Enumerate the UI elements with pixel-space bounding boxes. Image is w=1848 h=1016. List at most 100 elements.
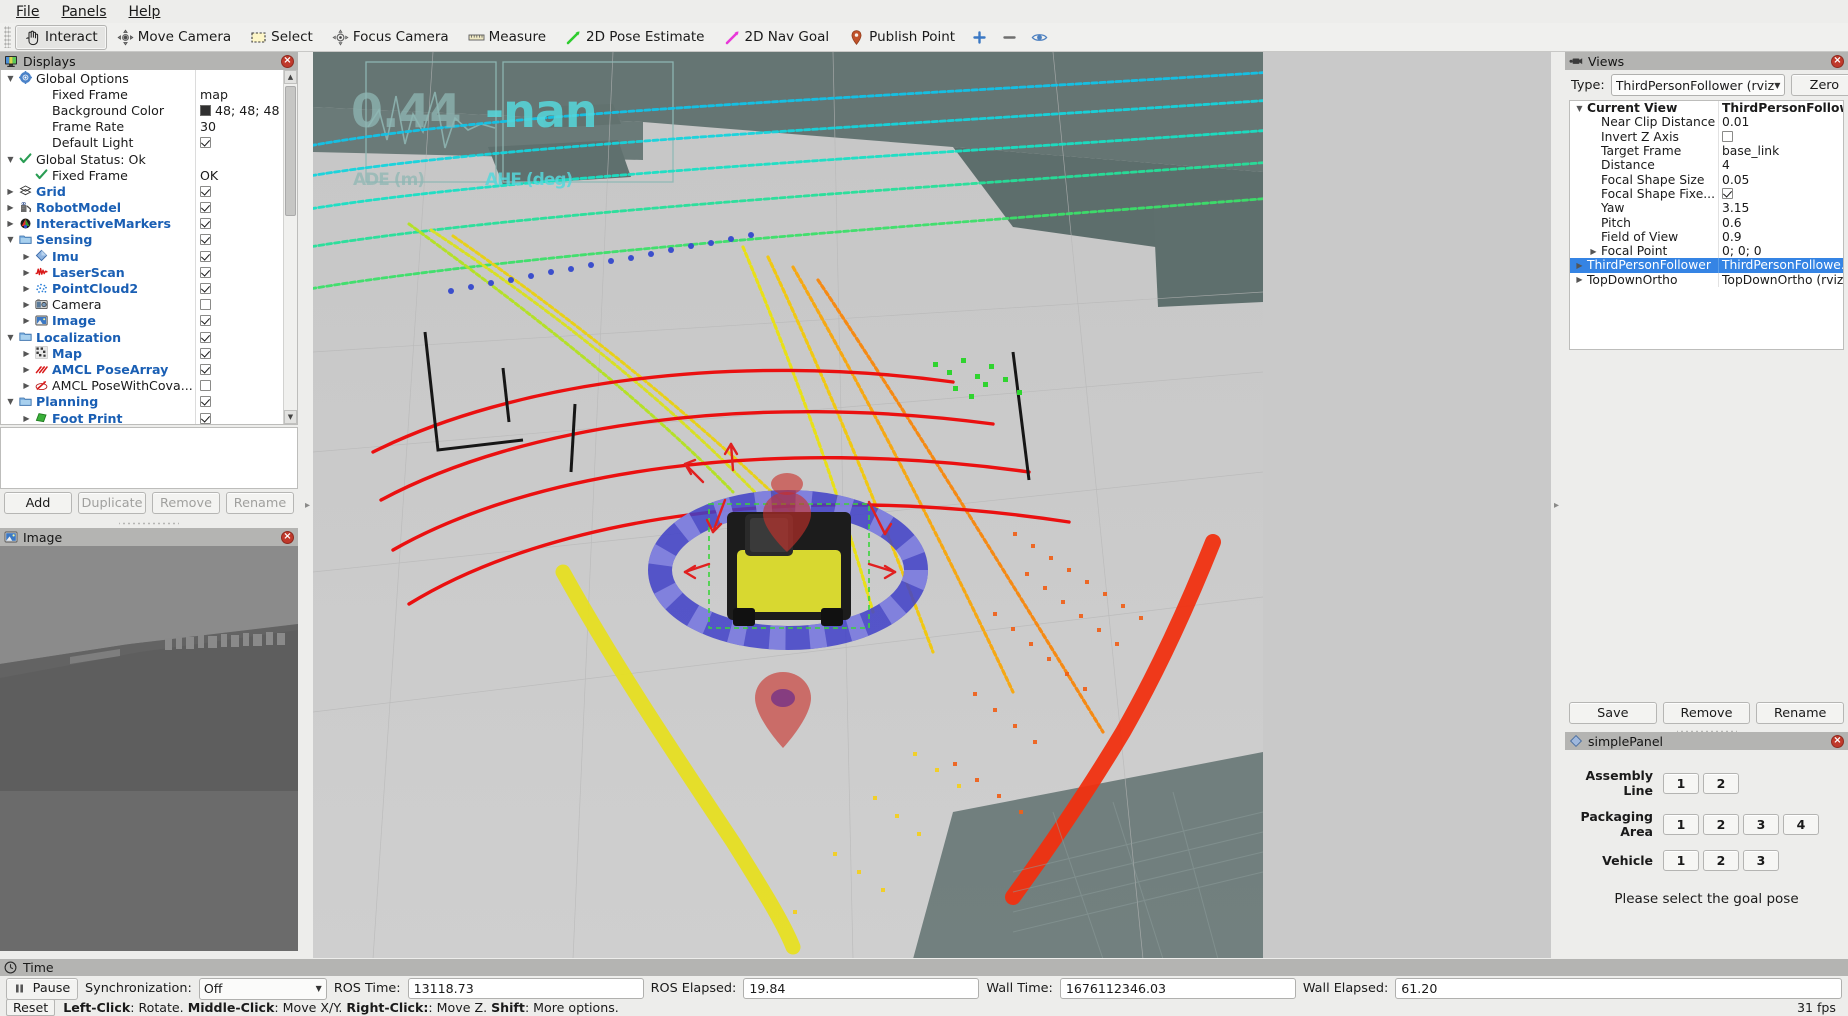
display-enable-checkbox[interactable] [200, 363, 211, 375]
displays-row[interactable]: AMCL PoseArray [1, 361, 283, 378]
simple-panel-goal-button[interactable]: 3 [1743, 813, 1779, 835]
displays-row[interactable]: Foot Print [1, 409, 283, 424]
displays-row-value[interactable] [195, 409, 283, 424]
ros-elapsed-field[interactable]: 19.84 [743, 978, 980, 999]
views-row[interactable]: Near Clip Distance 0.01 [1570, 115, 1843, 130]
simple-panel-goal-button[interactable]: 1 [1663, 813, 1699, 835]
views-row-value[interactable]: TopDownOrtho (rviz) [1718, 272, 1843, 287]
chevron-down-icon[interactable] [5, 74, 16, 83]
chevron-right-icon[interactable] [5, 203, 16, 212]
views-row-value[interactable]: ThirdPersonFollowe... [1718, 258, 1843, 273]
views-row-value[interactable]: 0.9 [1718, 229, 1843, 244]
displays-row[interactable]: Background Color 48; 48; 48 [1, 102, 283, 119]
image-panel-close-button[interactable] [281, 530, 294, 544]
displays-row[interactable]: LaserScan [1, 264, 283, 281]
displays-row[interactable]: Imu [1, 248, 283, 265]
views-row-value[interactable]: ThirdPersonFollow... [1718, 101, 1843, 116]
toolbar-drag-handle[interactable] [4, 26, 11, 48]
views-row-value[interactable]: 0.01 [1718, 115, 1843, 130]
display-enable-checkbox[interactable] [200, 250, 211, 262]
displays-row-value[interactable] [195, 150, 283, 168]
menu-file[interactable]: File [6, 2, 49, 22]
views-rename-button[interactable]: Rename [1756, 702, 1845, 724]
displays-row-value[interactable] [195, 345, 283, 362]
displays-row-value[interactable] [195, 264, 283, 281]
displays-row-value[interactable] [195, 280, 283, 297]
simple-panel-goal-button[interactable]: 1 [1663, 850, 1699, 871]
chevron-right-icon[interactable] [21, 381, 32, 390]
display-enable-checkbox[interactable] [200, 283, 211, 295]
displays-rename-button[interactable]: Rename [226, 492, 294, 514]
3d-render-view[interactable]: 0.44 ADE (m) -nan AHE (deg) [313, 52, 1551, 958]
displays-row[interactable]: PointCloud2 [1, 280, 283, 297]
views-remove-button[interactable]: Remove [1662, 702, 1751, 724]
chevron-right-icon[interactable] [21, 300, 32, 309]
tool-select-button[interactable]: Select [241, 25, 322, 50]
chevron-down-icon[interactable] [1574, 104, 1585, 113]
chevron-right-icon[interactable] [21, 349, 32, 358]
displays-row[interactable]: Localization [1, 329, 283, 346]
views-row-value[interactable]: 0.05 [1718, 172, 1843, 187]
image-camera-view[interactable] [0, 546, 298, 951]
tool-2d-pose-estimate-button[interactable]: 2D Pose Estimate [556, 25, 713, 50]
displays-row[interactable]: Fixed Frame map [1, 86, 283, 103]
views-value-checkbox[interactable] [1722, 188, 1733, 200]
views-tree[interactable]: Current ViewThirdPersonFollow...Near Cli… [1569, 100, 1844, 350]
tool-add-button[interactable] [965, 25, 994, 50]
views-row-value[interactable]: base_link [1718, 143, 1843, 159]
displays-row-value[interactable]: OK [195, 167, 283, 184]
views-row[interactable]: Yaw 3.15 [1570, 201, 1843, 216]
display-enable-checkbox[interactable] [200, 315, 211, 327]
menu-help[interactable]: Help [119, 2, 171, 22]
simple-panel-goal-button[interactable]: 4 [1783, 813, 1819, 835]
displays-row[interactable]: Map [1, 345, 283, 362]
views-row[interactable]: Target Frame base_link [1570, 143, 1843, 159]
chevron-right-icon[interactable] [21, 316, 32, 325]
chevron-right-icon[interactable] [21, 414, 32, 423]
tool-interact-button[interactable]: Interact [15, 24, 107, 50]
views-zero-button[interactable]: Zero [1791, 74, 1848, 96]
color-swatch[interactable] [200, 104, 211, 116]
display-enable-checkbox[interactable] [200, 380, 211, 392]
sync-combobox[interactable]: Off ▼ [198, 977, 327, 1000]
simple-panel-goal-button[interactable]: 2 [1703, 813, 1739, 835]
displays-row-value[interactable] [195, 248, 283, 265]
display-enable-checkbox[interactable] [200, 202, 211, 214]
displays-row-value[interactable]: 48; 48; 48 [195, 102, 283, 119]
views-row-selected[interactable]: ThirdPersonFollower ThirdPersonFollowe... [1570, 258, 1843, 273]
ros-time-field[interactable]: 13118.73 [407, 978, 644, 999]
displays-row[interactable]: Grid [1, 183, 283, 200]
display-enable-checkbox[interactable] [200, 396, 211, 408]
chevron-right-icon[interactable] [5, 219, 16, 228]
views-row-value[interactable]: 4 [1718, 158, 1843, 173]
tool-2d-nav-goal-button[interactable]: 2D Nav Goal [715, 25, 839, 50]
displays-row-value[interactable] [195, 134, 283, 151]
displays-row[interactable]: InteractiveMarkers [1, 215, 283, 232]
displays-scroll-up-button[interactable]: ▲ [284, 70, 297, 84]
simple-panel-goal-button[interactable]: 2 [1703, 772, 1739, 794]
tool-publish-point-button[interactable]: Publish Point [839, 25, 964, 50]
chevron-down-icon[interactable] [5, 155, 16, 164]
tool-move-camera-button[interactable]: Move Camera [108, 25, 240, 50]
displays-row-value[interactable] [195, 296, 283, 313]
display-enable-checkbox[interactable] [200, 412, 211, 424]
views-row[interactable]: Current View ThirdPersonFollow... [1570, 101, 1843, 116]
displays-row-value[interactable] [195, 393, 283, 410]
displays-scrollbar[interactable]: ▲ ▼ [283, 70, 297, 424]
display-enable-checkbox[interactable] [200, 185, 211, 197]
views-type-combobox[interactable]: ThirdPersonFollower (rviz ▼ [1610, 74, 1786, 96]
displays-row-value[interactable] [195, 361, 283, 378]
views-row[interactable]: Pitch 0.6 [1570, 215, 1843, 230]
displays-row-value[interactable] [195, 312, 283, 329]
right-splitter-handle[interactable] [1551, 52, 1562, 959]
displays-row[interactable]: Default Light [1, 134, 283, 151]
displays-row[interactable]: Fixed Frame OK [1, 167, 283, 184]
display-enable-checkbox[interactable] [200, 299, 211, 311]
display-enable-checkbox[interactable] [200, 137, 211, 149]
chevron-right-icon[interactable] [21, 268, 32, 277]
tool-focus-camera-button[interactable]: Focus Camera [323, 25, 458, 50]
chevron-right-icon[interactable] [1574, 261, 1585, 270]
wall-time-field[interactable]: 1676112346.03 [1059, 978, 1296, 999]
display-enable-checkbox[interactable] [200, 218, 211, 230]
menu-panels[interactable]: Panels [51, 2, 116, 22]
